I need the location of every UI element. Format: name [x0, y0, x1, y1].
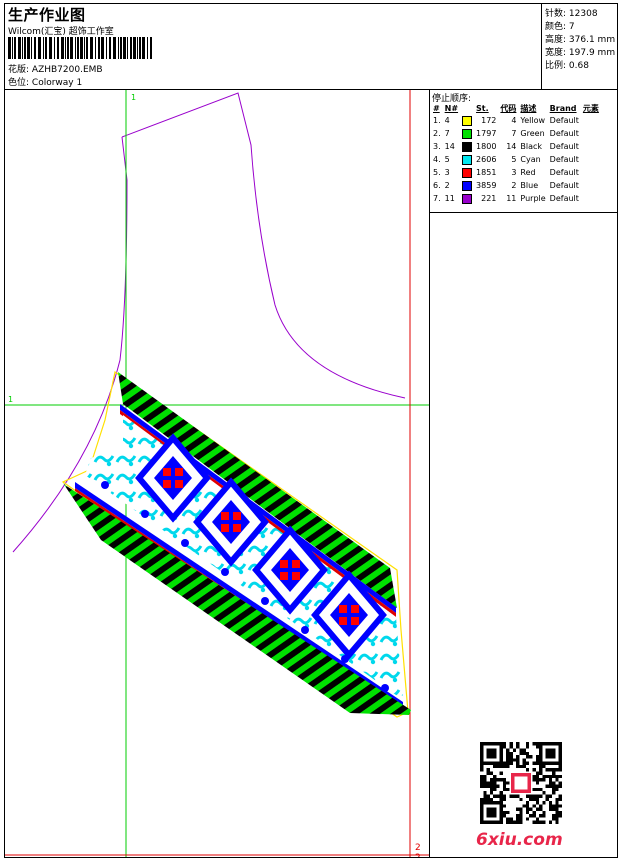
table-row: 4. 5 2606 5 Cyan Default: [433, 154, 579, 165]
stats-panel: 针数: 12308 颜色: 7 高度: 376.1 mm 宽度: 197.9 m…: [542, 4, 617, 90]
watermark-logo: 6xiu.com: [476, 830, 563, 850]
table-row: 6. 2 3859 2 Blue Default: [433, 180, 579, 191]
design-canvas: 1 1 2 2: [5, 90, 430, 861]
table-row: 2. 7 1797 7 Green Default: [433, 128, 579, 139]
color-swatch: [462, 193, 473, 204]
table-row: 3. 14 1800 14 Black Default: [433, 141, 579, 152]
guide-label: 2: [415, 843, 421, 853]
table-row: 1. 4 172 4 Yellow Default: [433, 115, 579, 126]
width: 宽度: 197.9 mm: [545, 48, 616, 58]
color-swatch: [462, 141, 473, 152]
company-name: Wilcom(汇宝) 超饰工作室: [8, 27, 114, 37]
qr-code-icon: [480, 742, 562, 824]
embroidery-preview: 1 1 2 2: [5, 90, 429, 861]
page-title: 生产作业图: [8, 6, 86, 24]
color-swatch: [462, 115, 473, 126]
stop-sequence-table: # N# St. 代码 描述 Brand 元素 1. 4 172 4 Yellow Def…: [433, 104, 599, 204]
design-name: 花版: AZHB7200.EMB: [8, 65, 103, 75]
color-swatch: [462, 128, 473, 139]
color-count: 颜色: 7: [545, 22, 575, 32]
barcode-icon: [8, 37, 152, 59]
table-row: 5. 3 1851 3 Red Default: [433, 167, 579, 178]
color-swatch: [462, 154, 473, 165]
outline-path: [121, 92, 406, 399]
stop-sequence-panel: 停止顺序: # N# St. 代码 描述 Brand 元素 1. 4 172 4 Yel…: [430, 90, 617, 857]
color-swatch: [462, 167, 473, 178]
scale: 比例: 0.68: [545, 61, 589, 71]
colorway: 色位: Colorway 1: [8, 78, 83, 88]
guide-label: 2: [415, 853, 421, 857]
guide-label: 1: [8, 395, 13, 404]
divider: [430, 212, 617, 213]
header-info: 生产作业图 Wilcom(汇宝) 超饰工作室 花版: AZHB7200.EMB …: [5, 4, 542, 90]
table-row: 7. 11 221 11 Purple Default: [433, 193, 579, 204]
production-sheet: 生产作业图 Wilcom(汇宝) 超饰工作室 花版: AZHB7200.EMB …: [4, 3, 618, 861]
stitch-count: 针数: 12308: [545, 9, 598, 19]
guide-label: 1: [131, 93, 136, 102]
color-swatch: [462, 180, 473, 191]
height: 高度: 376.1 mm: [545, 35, 616, 45]
